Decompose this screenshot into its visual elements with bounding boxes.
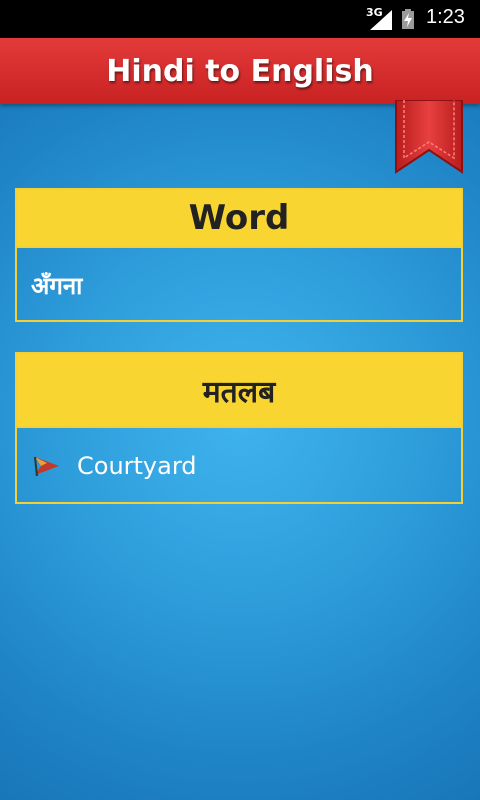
flag-bullet-icon [34,456,59,477]
signal-strength-icon [370,10,392,30]
clock-time: 1:23 [426,6,465,28]
app-title: Hindi to English [106,54,374,89]
battery-charging-icon [402,9,414,29]
meaning-text: Courtyard [77,452,197,480]
status-bar: 3G 1:23 [0,0,480,38]
word-card: Word अँगना [15,188,463,322]
meaning-card: मतलब Courtyard [15,352,463,504]
word-heading: Word [17,190,461,246]
app-header: Hindi to English [0,38,480,104]
bookmark-ribbon-icon[interactable] [394,100,464,174]
meaning-item[interactable]: Courtyard [17,426,461,504]
meaning-heading: मतलब [17,354,461,426]
word-value[interactable]: अँगना [17,246,461,322]
